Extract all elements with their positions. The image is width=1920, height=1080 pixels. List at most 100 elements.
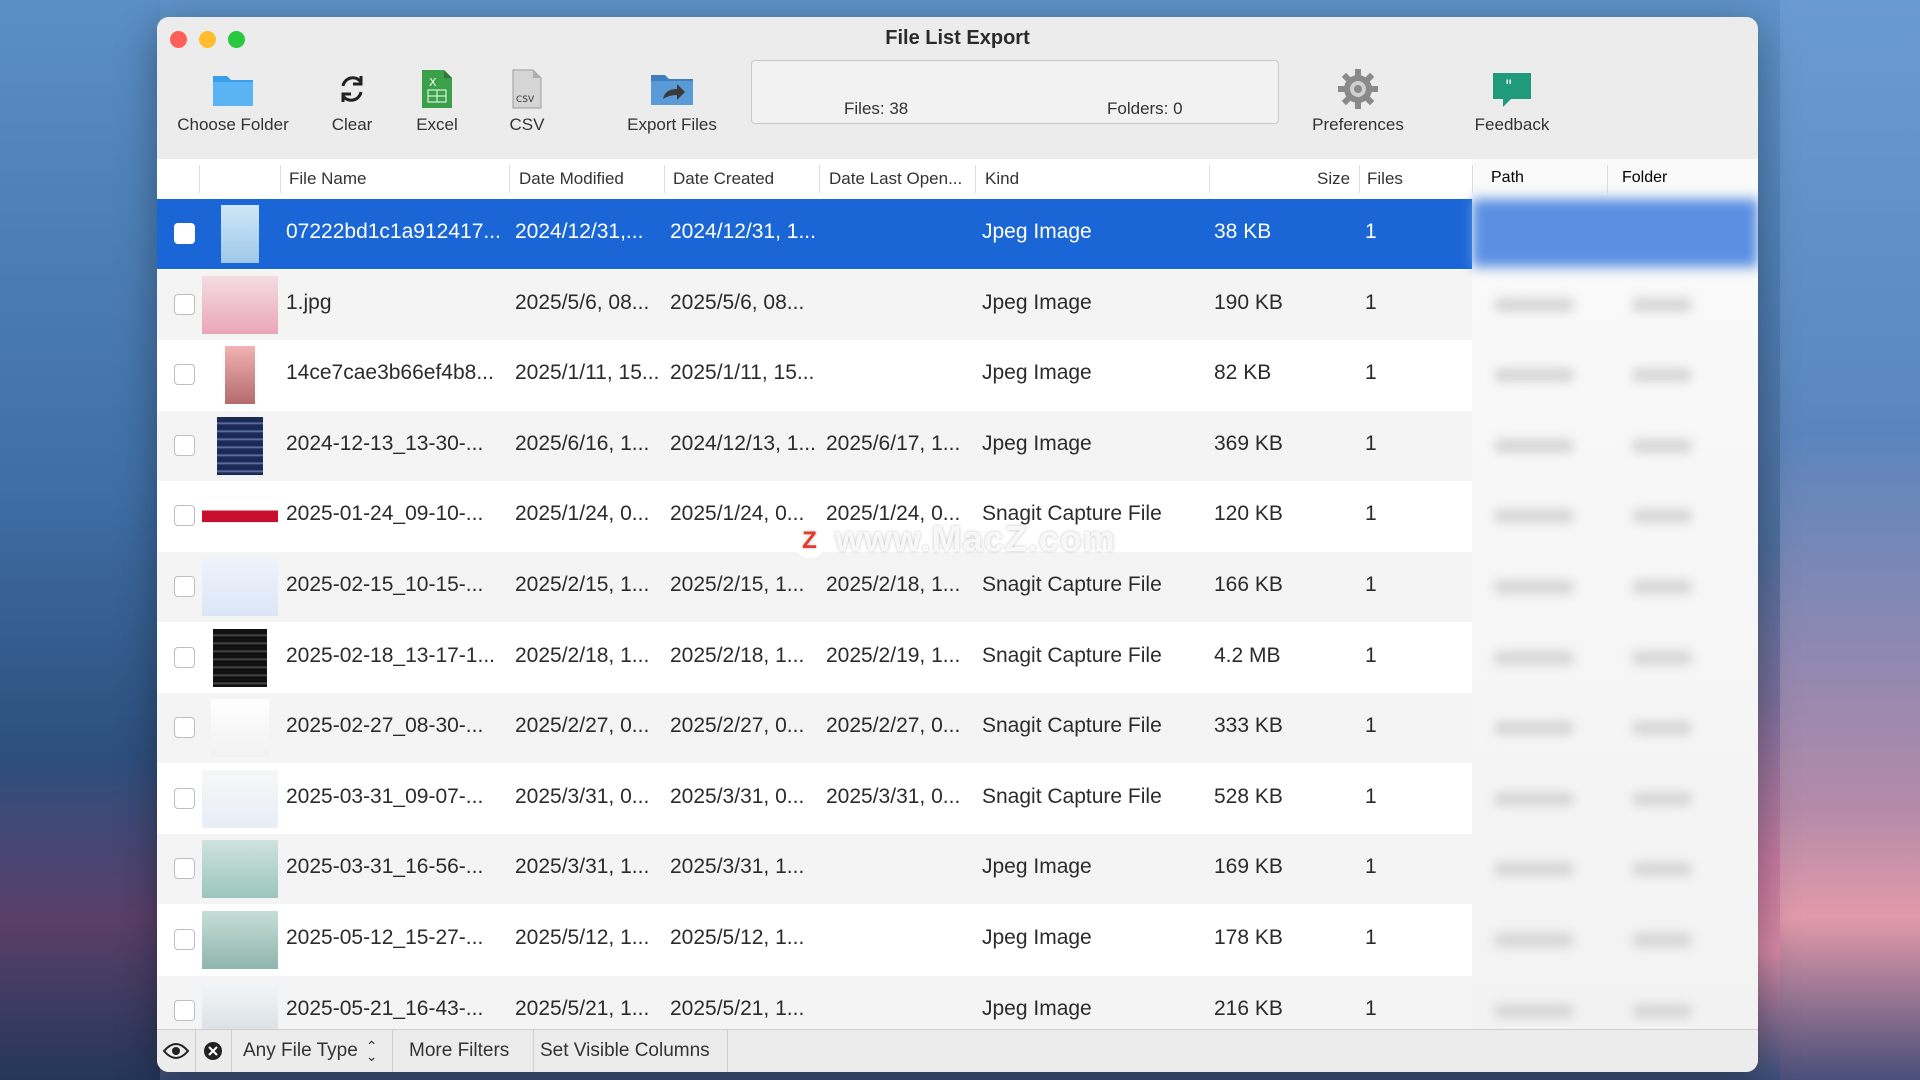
csv-button[interactable]: CSV CSV [497, 65, 557, 155]
cell-files: 1 [1365, 784, 1377, 808]
svg-text:": " [1505, 76, 1512, 95]
feedback-button[interactable]: " Feedback [1457, 65, 1567, 155]
cell-date-last-opened: 2025/2/27, 0... [826, 714, 961, 738]
row-checkbox[interactable] [174, 223, 195, 244]
cell-date-modified: 2025/5/12, 1... [515, 926, 650, 949]
table-row[interactable]: 1.jpg 2025/5/6, 08... 2025/5/6, 08... Jpeg … [157, 269, 1472, 340]
cell-files: 1 [1365, 926, 1377, 949]
table-row[interactable]: 2025-02-27_08-30-... 2025/2/27, 0... 2025/… [157, 693, 1472, 764]
row-checkbox[interactable] [174, 929, 195, 950]
table-row[interactable]: 2025-02-15_10-15-... 2025/2/15, 1... 2025/… [157, 552, 1472, 622]
cell-date-created: 2025/2/27, 0... [670, 714, 805, 738]
table-row[interactable]: 07222bd1c1a912417... 2024/12/31,... 2024/1… [157, 199, 1472, 269]
file-table: File Name Date Modified Date Created Dat… [157, 159, 1472, 1047]
cell-kind: Jpeg Image [982, 361, 1092, 385]
table-row[interactable]: 2024-12-13_13-30-... 2025/6/16, 1... 2024/… [157, 410, 1472, 481]
column-header-date-last-opened[interactable]: Date Last Open... [829, 169, 962, 189]
column-header-file-name[interactable]: File Name [289, 169, 366, 189]
redacted-folder-text [1632, 509, 1692, 524]
row-checkbox[interactable] [174, 999, 195, 1021]
cell-date-modified: 2025/3/31, 0... [515, 784, 650, 808]
clear-button[interactable]: Clear [317, 65, 387, 155]
cell-kind: Jpeg Image [982, 926, 1092, 949]
svg-text:CSV: CSV [516, 95, 535, 105]
redacted-folder-text [1632, 933, 1692, 947]
column-header-folder[interactable]: Folder [1622, 169, 1667, 187]
cell-date-modified: 2025/5/6, 08... [515, 290, 650, 314]
redacted-path-text [1494, 368, 1574, 383]
set-visible-columns-button[interactable]: Set Visible Columns [540, 1030, 710, 1072]
redacted-folder-text [1632, 650, 1692, 665]
file-thumbnail [202, 487, 278, 546]
cell-date-created: 2025/5/6, 08... [670, 290, 805, 314]
eye-icon[interactable] [163, 1030, 189, 1072]
cell-file-name: 14ce7cae3b66ef4b8... [286, 361, 494, 385]
row-checkbox[interactable] [174, 293, 195, 315]
excel-button[interactable]: X Excel [407, 65, 467, 155]
row-checkbox[interactable] [174, 858, 195, 880]
redacted-folder-text [1632, 862, 1692, 877]
row-checkbox[interactable] [174, 364, 195, 386]
cell-files: 1 [1365, 643, 1377, 667]
cell-file-name: 2025-02-18_13-17-1... [286, 643, 495, 667]
desktop-wallpaper-left [0, 0, 160, 1080]
cell-file-name: 2025-02-15_10-15-... [286, 573, 484, 596]
cell-size: 333 KB [1214, 714, 1283, 738]
column-header-files[interactable]: Files [1367, 169, 1403, 189]
choose-folder-button[interactable]: Choose Folder [173, 65, 293, 155]
file-type-select[interactable]: Any File Type ⌃ ⌄ [243, 1030, 378, 1072]
redacted-folder-text [1632, 438, 1692, 453]
cell-kind: Snagit Capture File [982, 714, 1162, 738]
cell-size: 82 KB [1214, 361, 1272, 385]
row-checkbox[interactable] [174, 717, 195, 739]
redacted-folder-text [1632, 791, 1692, 806]
row-checkbox[interactable] [174, 576, 195, 597]
cell-date-modified: 2024/12/31,... [515, 220, 644, 243]
column-header-path[interactable]: Path [1491, 169, 1524, 187]
redacted-path-text [1494, 438, 1574, 453]
table-row[interactable]: 2025-03-31_09-07-... 2025/3/31, 0... 2025/… [157, 764, 1472, 834]
column-header-date-modified[interactable]: Date Modified [519, 169, 624, 189]
cell-size: 169 KB [1214, 855, 1283, 879]
cell-size: 528 KB [1214, 784, 1283, 808]
cell-date-modified: 2025/2/18, 1... [515, 643, 650, 667]
row-checkbox[interactable] [174, 505, 195, 527]
cell-date-created: 2025/5/21, 1... [670, 996, 805, 1020]
cell-date-modified: 2025/3/31, 1... [515, 855, 650, 879]
cell-files: 1 [1365, 431, 1377, 455]
cell-date-created: 2025/2/18, 1... [670, 643, 805, 667]
column-header-size[interactable]: Size [1317, 169, 1350, 189]
row-checkbox[interactable] [174, 434, 195, 456]
file-stats-panel: Files: 38 Folders: 0 [751, 60, 1279, 124]
cell-files: 1 [1365, 502, 1377, 526]
cell-kind: Jpeg Image [982, 220, 1092, 243]
cell-date-modified: 2025/5/21, 1... [515, 996, 650, 1020]
table-row[interactable]: 2025-03-31_16-56-... 2025/3/31, 1... 2025/… [157, 834, 1472, 905]
table-row[interactable]: 2025-02-18_13-17-1... 2025/2/18, 1... 2025… [157, 623, 1472, 693]
more-filters-button[interactable]: More Filters [409, 1030, 509, 1072]
redacted-columns: Path Folder [1472, 159, 1758, 1047]
preferences-button[interactable]: Preferences [1303, 65, 1413, 155]
cell-kind: Jpeg Image [982, 996, 1092, 1020]
row-checkbox[interactable] [174, 787, 195, 809]
column-header-date-created[interactable]: Date Created [673, 169, 774, 189]
folder-icon [173, 65, 293, 113]
redacted-selection-highlight [1472, 199, 1758, 267]
column-header-kind[interactable]: Kind [985, 169, 1019, 189]
export-files-button[interactable]: Export Files [617, 65, 727, 155]
table-row[interactable]: 2025-05-12_15-27-... 2025/5/12, 1... 2025/… [157, 905, 1472, 975]
redacted-path-text [1494, 1003, 1574, 1018]
row-checkbox[interactable] [174, 646, 195, 668]
cell-files: 1 [1365, 220, 1377, 243]
watermark-text: www.MacZ.com [835, 518, 1116, 559]
cell-size: 178 KB [1214, 926, 1283, 949]
redacted-path-text [1494, 862, 1574, 877]
redacted-path-text [1494, 297, 1574, 312]
cell-files: 1 [1365, 855, 1377, 879]
table-row[interactable]: 14ce7cae3b66ef4b8... 2025/1/11, 15... 2025… [157, 340, 1472, 410]
clear-filter-icon[interactable] [203, 1030, 223, 1072]
cell-size: 166 KB [1214, 573, 1283, 596]
choose-folder-label: Choose Folder [177, 115, 289, 134]
cell-date-created: 2025/5/12, 1... [670, 926, 805, 949]
filter-bar: Any File Type ⌃ ⌄ More Filters Set Visibl… [157, 1029, 1758, 1072]
